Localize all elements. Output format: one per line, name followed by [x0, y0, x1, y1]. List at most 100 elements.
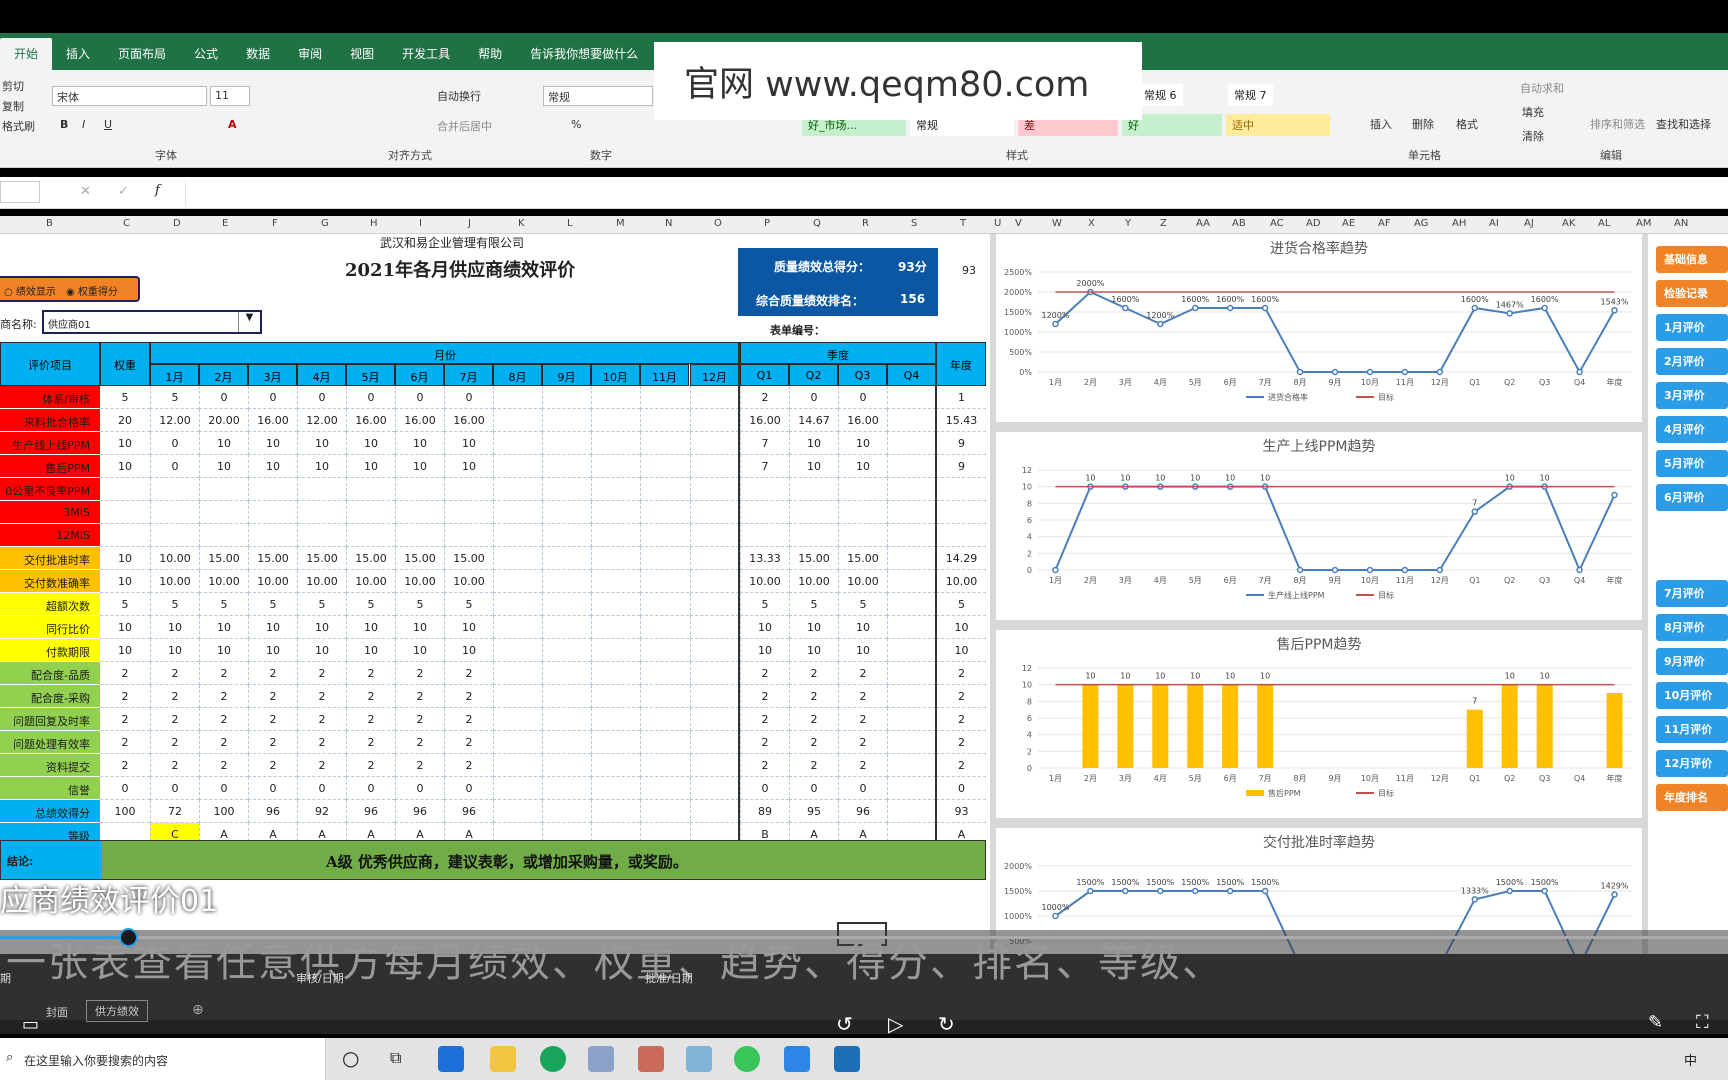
year-cell[interactable]: 2 [936, 662, 986, 685]
month-cell[interactable]: 10 [150, 639, 199, 662]
italic-button[interactable]: I [82, 118, 85, 131]
column-header[interactable]: Q [813, 218, 821, 229]
month-cell[interactable]: 2 [297, 708, 346, 731]
quarter-cell[interactable] [838, 478, 887, 501]
quarter-cell[interactable]: 5 [838, 593, 887, 616]
month-cell[interactable] [199, 478, 248, 501]
quarter-cell[interactable] [887, 409, 936, 432]
month-cell[interactable]: 15.00 [248, 547, 297, 570]
year-cell[interactable]: 10.00 [936, 570, 986, 593]
quarter-cell[interactable]: 15.00 [838, 547, 887, 570]
quarter-cell[interactable] [789, 478, 838, 501]
delete-cells-button[interactable]: 删除 [1412, 116, 1434, 132]
u-app-icon[interactable] [784, 1046, 810, 1072]
month-cell[interactable]: 2 [395, 662, 444, 685]
column-header[interactable]: AF [1378, 218, 1391, 229]
quarter-cell[interactable] [887, 547, 936, 570]
chart-2[interactable]: 生产上线PPM趋势 0 2 4 6 8 10 12 1月 2月 3月 4月 5月 6月 7月 8月 9月 10月 1… [996, 432, 1642, 620]
column-header[interactable]: R [862, 218, 869, 229]
month-cell[interactable] [690, 455, 739, 478]
sheet-tab-cover[interactable]: 封面 [46, 1004, 68, 1020]
month-cell[interactable] [542, 432, 591, 455]
quarter-cell[interactable]: 2 [789, 662, 838, 685]
weight-cell[interactable]: 10 [100, 432, 150, 455]
month-cell[interactable]: 2 [248, 731, 297, 754]
month-cell[interactable] [690, 501, 739, 524]
column-header[interactable]: AM [1636, 218, 1651, 229]
ribbon-tab[interactable]: 开始 [0, 38, 53, 70]
name-box[interactable] [0, 181, 40, 203]
month-cell[interactable]: 2 [346, 685, 395, 708]
month-cell[interactable]: 0 [150, 777, 199, 800]
column-header[interactable]: P [764, 218, 770, 229]
month-cell[interactable] [542, 800, 591, 823]
month-cell[interactable] [542, 662, 591, 685]
style-neutral[interactable]: 适中 [1226, 114, 1330, 136]
add-sheet-icon[interactable]: ⊕ [192, 1002, 204, 1018]
month-cell[interactable] [199, 524, 248, 547]
month-cell[interactable]: 10 [199, 639, 248, 662]
month-cell[interactable] [591, 524, 640, 547]
month-cell[interactable]: 10 [395, 455, 444, 478]
month-cell[interactable] [690, 547, 739, 570]
wechat-icon[interactable] [734, 1046, 760, 1072]
month-cell[interactable]: 10 [297, 639, 346, 662]
month-cell[interactable] [542, 616, 591, 639]
quarter-cell[interactable]: 2 [789, 754, 838, 777]
year-cell[interactable]: 1 [936, 386, 986, 409]
month-cell[interactable]: 2 [395, 731, 444, 754]
month-cell[interactable] [542, 501, 591, 524]
month-cell[interactable] [640, 432, 689, 455]
quarter-cell[interactable]: 2 [740, 662, 789, 685]
quarter-cell[interactable]: 7 [740, 432, 789, 455]
quarter-cell[interactable]: 10.00 [789, 570, 838, 593]
weight-cell[interactable]: 2 [100, 708, 150, 731]
month-cell[interactable]: 100 [199, 800, 248, 823]
month-cell[interactable] [640, 800, 689, 823]
month-cell[interactable] [542, 478, 591, 501]
month-cell[interactable] [248, 524, 297, 547]
month-cell[interactable] [297, 478, 346, 501]
month-cell[interactable] [640, 570, 689, 593]
quarter-cell[interactable] [887, 524, 936, 547]
quarter-cell[interactable]: 96 [838, 800, 887, 823]
month-cell[interactable] [248, 478, 297, 501]
column-header[interactable]: AD [1306, 218, 1321, 229]
ribbon-tab[interactable]: 公式 [180, 45, 232, 70]
month-cell[interactable]: 0 [297, 386, 346, 409]
nav-button[interactable]: 基础信息 [1656, 246, 1728, 273]
quarter-cell[interactable] [887, 708, 936, 731]
month-cell[interactable] [493, 593, 542, 616]
month-cell[interactable]: 0 [248, 777, 297, 800]
quarter-cell[interactable]: 10.00 [740, 570, 789, 593]
month-cell[interactable] [493, 662, 542, 685]
month-cell[interactable]: 15.00 [444, 547, 493, 570]
nav-button[interactable]: 4月评价 [1656, 416, 1728, 443]
month-cell[interactable]: 10 [395, 616, 444, 639]
month-cell[interactable]: 10 [199, 455, 248, 478]
column-header[interactable]: AH [1452, 218, 1466, 229]
year-cell[interactable]: 9 [936, 432, 986, 455]
month-cell[interactable] [493, 547, 542, 570]
year-cell[interactable]: 2 [936, 685, 986, 708]
nav-button[interactable]: 3月评价 [1656, 382, 1728, 409]
quarter-cell[interactable]: 2 [838, 754, 887, 777]
year-cell[interactable]: 93 [936, 800, 986, 823]
quarter-cell[interactable]: 2 [740, 685, 789, 708]
month-cell[interactable] [591, 593, 640, 616]
month-cell[interactable]: 2 [444, 685, 493, 708]
month-cell[interactable]: 2 [248, 685, 297, 708]
column-header[interactable]: N [665, 218, 672, 229]
nav-button[interactable]: 12月评价 [1656, 750, 1728, 777]
quarter-cell[interactable]: 10 [740, 639, 789, 662]
quarter-cell[interactable]: 14.67 [789, 409, 838, 432]
month-cell[interactable]: 5 [150, 386, 199, 409]
quarter-cell[interactable] [887, 731, 936, 754]
quarter-cell[interactable]: 10 [789, 455, 838, 478]
month-cell[interactable] [542, 754, 591, 777]
month-cell[interactable] [493, 777, 542, 800]
forward-30-icon[interactable]: ↻ [938, 1012, 955, 1036]
quarter-cell[interactable]: 2 [838, 708, 887, 731]
month-cell[interactable] [493, 570, 542, 593]
month-cell[interactable]: 10 [199, 432, 248, 455]
